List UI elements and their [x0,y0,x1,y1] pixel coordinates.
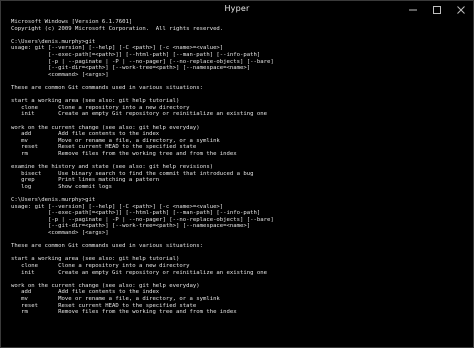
terminal-line: mv Move or rename a file, a directory, o… [11,295,220,302]
terminal-line: reset Reset current HEAD to the specifie… [11,302,197,309]
terminal-line: [--exec-path[=<path>]] [--html-path] [--… [11,210,261,217]
terminal-line: C:\Users\denis.murphy>git [11,38,96,45]
close-icon [456,5,466,15]
terminal-line: These are common Git commands used in va… [11,84,203,91]
close-button[interactable] [455,4,467,16]
terminal-line: usage: git [--version] [--help] [-C <pat… [11,45,224,52]
terminal-line: add Add file contents to the index [11,289,160,296]
terminal-line: Copyright (c) 2009 Microsoft Corporation… [11,25,224,32]
terminal-line: start a working area (see also: git help… [11,256,180,263]
window-controls [407,2,467,18]
hyper-terminal-window: Hyper Microsoft Windows [Version 6.1.760… [0,0,474,348]
terminal-line: <command> [<args>] [11,230,109,236]
terminal-line: work on the current change (see also: gi… [11,124,200,131]
terminal-line: rm Remove files from the working tree an… [11,309,237,316]
terminal-line: These are common Git commands used in va… [11,243,203,250]
minimize-button[interactable] [407,4,419,16]
terminal-line: work on the current change (see also: gi… [11,282,200,289]
maximize-button[interactable] [431,4,443,16]
terminal-line: [--exec-path[=<path>]] [--html-path] [--… [11,51,261,58]
terminal-line: grep Print lines matching a pattern [11,177,160,184]
terminal-line: <command> [<args>] [11,71,109,78]
terminal-line: mv Move or rename a file, a directory, o… [11,137,220,144]
terminal-line: usage: git [--version] [--help] [-C <pat… [11,203,224,210]
terminal-line: rm Remove files from the working tree an… [11,150,237,157]
terminal-line: [--git-dir=<path>] [--work-tree=<path>] … [11,223,251,230]
minimize-icon [408,5,418,15]
terminal-line: clone Clone a repository into a new dire… [11,262,190,269]
window-title: Hyper [224,4,250,13]
maximize-icon [432,5,442,15]
terminal-line: bisect Use binary search to find the com… [11,170,254,177]
terminal-line: examine the history and state (see also:… [11,164,214,171]
terminal-line: [-p | --paginate | -P | --no-pager] [--n… [11,216,274,223]
terminal-line: init Create an empty Git repository or r… [11,111,267,118]
terminal-line: C:\Users\denis.murphy>git [11,197,96,204]
terminal-line: clone Clone a repository into a new dire… [11,104,190,111]
terminal-line: add Add file contents to the index [11,131,160,138]
terminal-line: Microsoft Windows [Version 6.1.7601] [11,19,133,25]
terminal-output[interactable]: Microsoft Windows [Version 6.1.7601] Copy… [11,19,467,347]
terminal-line: init Create an empty Git repository or r… [11,269,267,276]
terminal-line: [--git-dir=<path>] [--work-tree=<path>] … [11,65,251,72]
terminal-line: reset Reset current HEAD to the specifie… [11,144,197,151]
title-bar[interactable]: Hyper [1,1,473,19]
terminal-line: log Show commit logs [11,183,113,190]
terminal-line: [-p | --paginate | -P | --no-pager] [--n… [11,58,274,65]
terminal-line: start a working area (see also: git help… [11,98,180,105]
